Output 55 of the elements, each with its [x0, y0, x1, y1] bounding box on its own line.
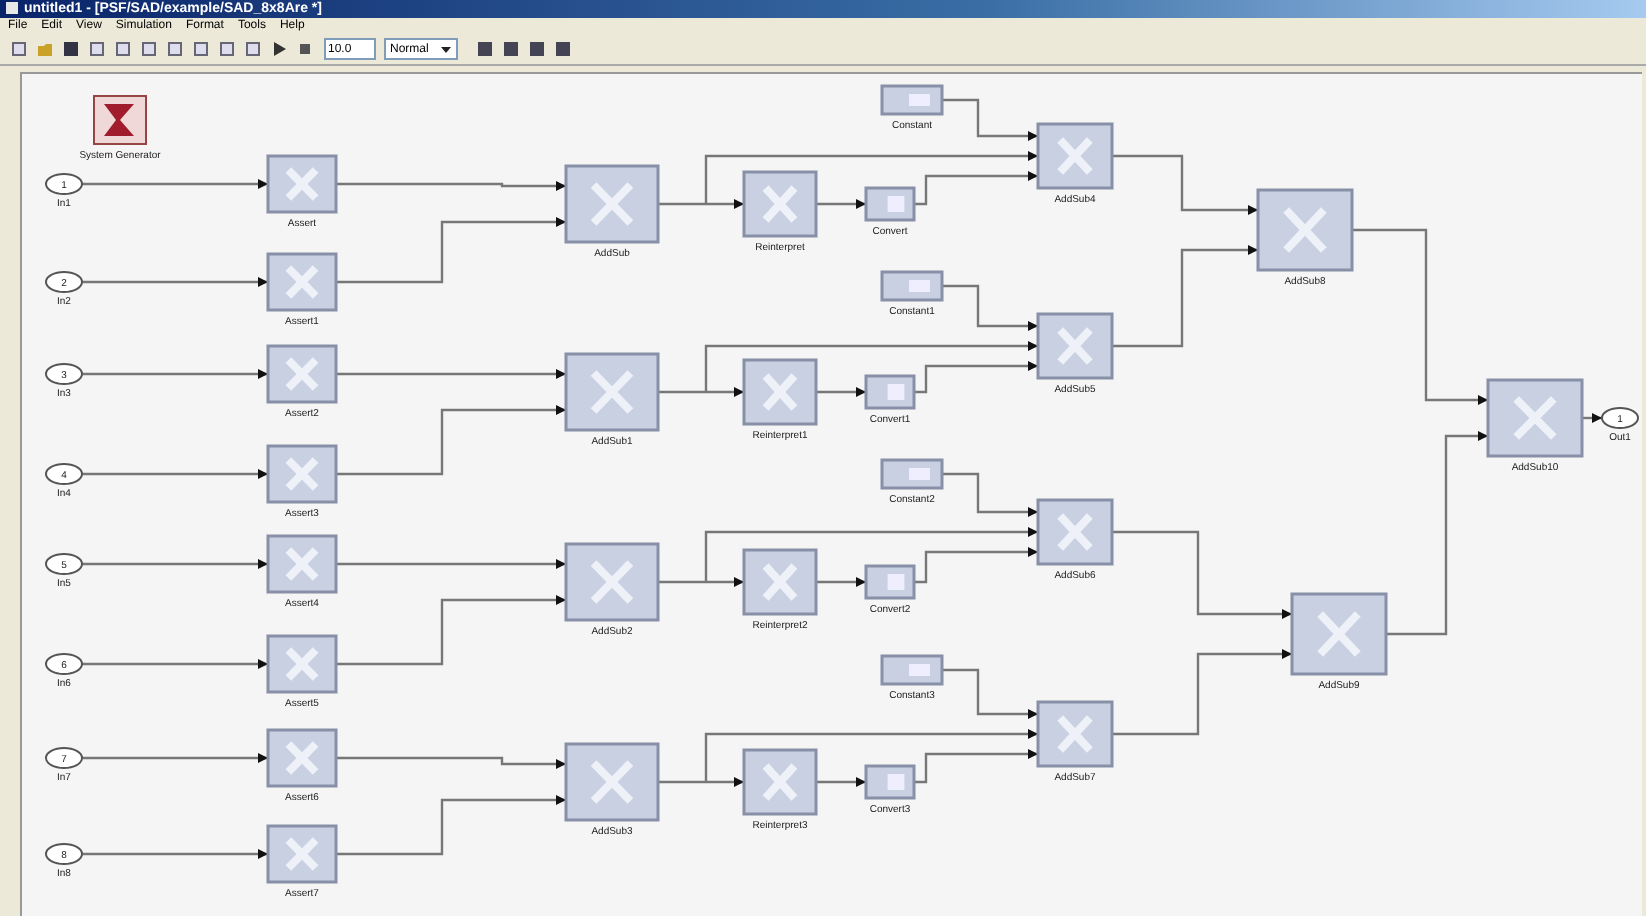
redo-button[interactable]	[214, 37, 238, 62]
logic-block[interactable]	[1036, 498, 1114, 566]
caret-icon	[440, 43, 453, 56]
logic-block[interactable]	[742, 358, 818, 426]
logic-block[interactable]	[1486, 378, 1584, 458]
chart-button[interactable]	[472, 37, 497, 62]
logic-block[interactable]	[1290, 592, 1388, 676]
signal-line	[942, 668, 1038, 719]
logic-block[interactable]	[266, 634, 338, 694]
undo-button[interactable]	[188, 37, 212, 62]
cut-button[interactable]	[110, 37, 134, 62]
logic-block[interactable]	[266, 344, 338, 404]
logic-block[interactable]	[266, 252, 338, 312]
small-block[interactable]	[864, 764, 916, 800]
signal-line	[942, 98, 1038, 141]
logic-block[interactable]	[564, 742, 660, 822]
save-button[interactable]	[58, 37, 82, 62]
logic-block[interactable]	[742, 548, 818, 616]
print-button[interactable]	[84, 37, 108, 62]
logic-block[interactable]	[1256, 188, 1354, 272]
logic-block[interactable]	[564, 352, 660, 432]
logic-block[interactable]	[1036, 312, 1114, 380]
table-button[interactable]	[524, 37, 549, 62]
small-block[interactable]	[864, 186, 916, 222]
block-button[interactable]	[550, 37, 575, 62]
small-block[interactable]	[880, 654, 944, 686]
logic-block[interactable]	[266, 444, 338, 504]
signal-line	[1582, 413, 1602, 423]
copy-button[interactable]	[136, 37, 160, 62]
grid-button[interactable]	[498, 37, 523, 62]
system-generator-block[interactable]	[93, 95, 147, 145]
small-block[interactable]	[880, 84, 944, 116]
logic-block[interactable]	[1036, 700, 1114, 768]
small-block[interactable]	[880, 458, 944, 490]
logic-block[interactable]	[564, 164, 660, 244]
small-block[interactable]	[864, 374, 916, 410]
logic-block[interactable]	[266, 534, 338, 594]
stop-icon	[295, 40, 313, 59]
up-arrow-button[interactable]	[240, 37, 264, 62]
paste-button[interactable]	[162, 37, 186, 62]
logic-block[interactable]	[742, 170, 818, 238]
logic-block[interactable]	[266, 824, 338, 884]
signal-line	[942, 284, 1038, 331]
logic-block[interactable]	[564, 542, 660, 622]
logic-block[interactable]	[742, 748, 818, 816]
new-file-button[interactable]	[6, 37, 30, 62]
small-block[interactable]	[864, 564, 916, 600]
logic-block[interactable]	[266, 154, 338, 214]
small-block[interactable]	[880, 270, 944, 302]
play-icon	[269, 40, 287, 59]
model-icon	[6, 2, 18, 15]
signal-line	[942, 472, 1038, 517]
open-folder-icon	[35, 40, 53, 59]
logic-block[interactable]	[1036, 122, 1114, 190]
logic-block[interactable]	[266, 728, 338, 788]
